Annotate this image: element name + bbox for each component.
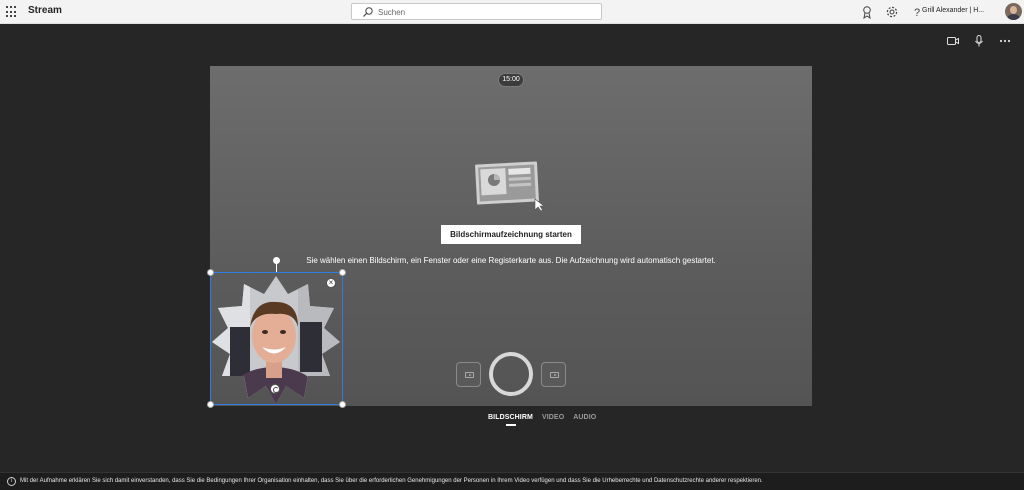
webcam-overlay[interactable]: × [207, 269, 346, 408]
screen-source-button[interactable] [456, 362, 481, 387]
close-icon[interactable]: × [326, 278, 336, 288]
more-options-icon[interactable] [999, 35, 1011, 47]
screen-source-switch-button[interactable] [541, 362, 566, 387]
tab-video[interactable]: VIDEO [542, 414, 564, 425]
footer-disclaimer: i Mit der Aufnahme erklären Sie sich dam… [0, 472, 1024, 490]
recording-mode-tabs: BILDSCHIRM VIDEO AUDIO [488, 414, 596, 426]
screen-share-illustration-icon [475, 161, 545, 211]
avatar[interactable] [1005, 3, 1022, 20]
record-button[interactable] [489, 352, 533, 396]
rotation-line [276, 263, 277, 272]
start-screen-recording-button[interactable]: Bildschirmaufzeichnung starten [441, 225, 581, 244]
search-input[interactable] [378, 6, 593, 18]
resize-handle-top-left[interactable] [207, 269, 214, 276]
resize-handle-top-right[interactable] [339, 269, 346, 276]
search-icon [363, 7, 373, 17]
settings-gear-icon[interactable] [885, 5, 899, 19]
resize-handle-bottom-right[interactable] [339, 401, 346, 408]
microphone-icon[interactable] [973, 35, 985, 47]
tab-audio[interactable]: AUDIO [573, 414, 596, 425]
rotation-handle[interactable] [273, 257, 280, 264]
info-icon: i [7, 477, 16, 486]
rotate-icon[interactable] [270, 384, 280, 394]
user-name[interactable]: Grill Alexander | H... [922, 7, 984, 14]
search-box[interactable] [351, 3, 602, 20]
resize-handle-bottom-left[interactable] [207, 401, 214, 408]
camera-icon[interactable] [947, 35, 959, 47]
top-bar: Stream ? Grill Alexander | H... [0, 0, 1024, 24]
feedback-icon[interactable] [860, 5, 874, 19]
disclaimer-text: Mit der Aufnahme erklären Sie sich damit… [20, 478, 763, 484]
svg-text:?: ? [914, 7, 920, 19]
tab-bildschirm[interactable]: BILDSCHIRM [488, 414, 533, 426]
instruction-text: Sie wählen einen Bildschirm, ein Fenster… [306, 256, 716, 265]
app-title[interactable]: Stream [28, 5, 62, 16]
timer: 15:00 [498, 73, 524, 87]
app-launcher-icon[interactable] [6, 6, 18, 18]
